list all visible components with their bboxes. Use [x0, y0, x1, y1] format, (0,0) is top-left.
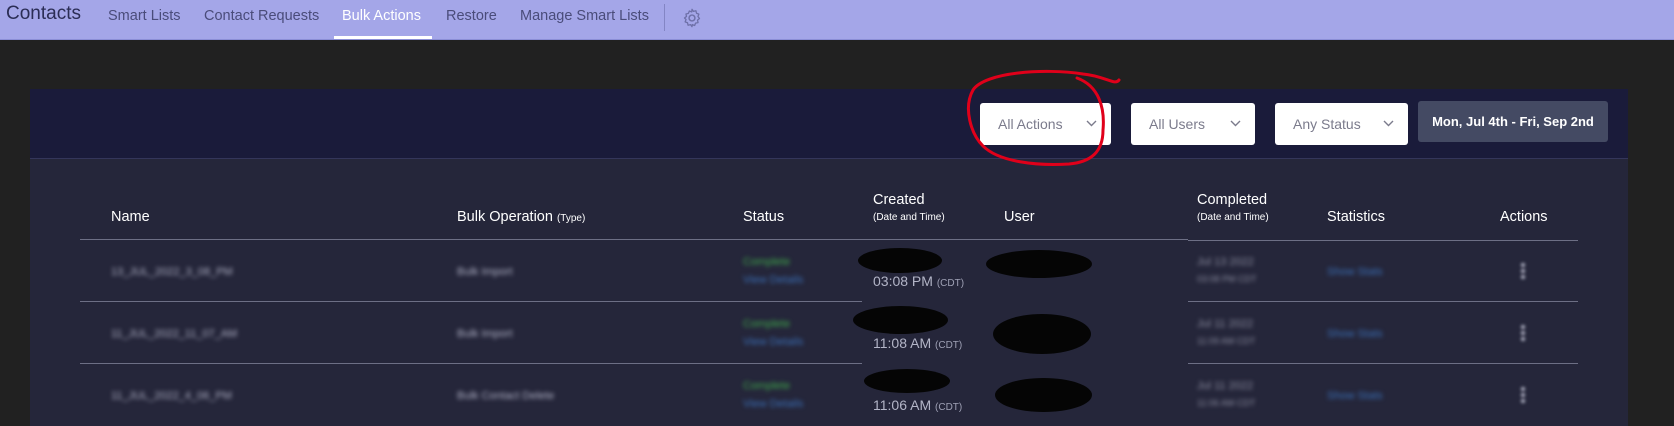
row-operation: Bulk Import [457, 266, 513, 278]
table-divider [1188, 363, 1578, 364]
column-header-created[interactable]: Created [873, 192, 925, 208]
row-completed-date: Jul 11 2022 [1197, 318, 1254, 330]
row-completed-time: 11:09 AM CDT [1197, 336, 1256, 346]
row-operation: Bulk Import [457, 328, 513, 340]
row-created-tz: (CDT) [936, 278, 965, 289]
table-divider [1188, 301, 1578, 302]
row-status: Complete [743, 256, 791, 268]
nav-divider [664, 4, 665, 31]
row-created-time-value: 11:08 AM [873, 335, 932, 351]
column-header-created-sub: (Date and Time) [873, 212, 945, 223]
tab-contact-requests[interactable]: Contact Requests [204, 8, 319, 24]
redaction [853, 306, 948, 334]
row-operation: Bulk Contact Delete [457, 390, 555, 402]
column-header-name[interactable]: Name [111, 209, 150, 225]
chevron-down-icon [1230, 120, 1241, 127]
tab-manage-smart-lists[interactable]: Manage Smart Lists [520, 8, 649, 24]
column-header-completed-sub: (Date and Time) [1197, 212, 1269, 223]
users-filter-label: All Users [1149, 116, 1206, 132]
row-completed-date: Jul 13 2022 [1197, 256, 1254, 268]
row-show-stats-link[interactable]: Show Stats [1327, 266, 1383, 278]
bulk-actions-table-panel [30, 159, 1628, 426]
row-created-time-value: 11:06 AM [873, 397, 932, 413]
row-name: 13_JUL_2022_3_08_PM [111, 266, 233, 278]
more-vertical-icon[interactable] [1520, 324, 1526, 342]
row-completed-time: 11:06 AM CDT [1197, 398, 1256, 408]
row-view-details-link[interactable]: View Details [743, 398, 803, 410]
more-vertical-icon[interactable] [1520, 386, 1526, 404]
redaction [993, 314, 1091, 354]
redaction [864, 369, 950, 393]
row-status: Complete [743, 380, 791, 392]
row-created-tz: (CDT) [935, 402, 963, 413]
table-divider [80, 301, 862, 302]
row-name: 11_JUL_2022_4_06_PM [111, 390, 232, 402]
page-title: Contacts [6, 3, 81, 24]
column-header-operation-sub: (Type) [556, 213, 586, 224]
active-tab-indicator [334, 36, 432, 39]
column-header-status[interactable]: Status [743, 209, 784, 225]
row-created-tz: (CDT) [935, 340, 963, 351]
table-divider [80, 363, 862, 364]
chevron-down-icon [1383, 120, 1394, 127]
gear-icon[interactable] [681, 7, 703, 29]
tab-bulk-actions[interactable]: Bulk Actions [342, 8, 421, 24]
row-created-time-value: 03:08 PM [873, 273, 933, 289]
row-view-details-link[interactable]: View Details [743, 274, 803, 286]
redaction [986, 250, 1092, 278]
row-view-details-link[interactable]: View Details [743, 336, 803, 348]
redaction [858, 248, 942, 273]
column-header-user[interactable]: User [1004, 209, 1035, 225]
column-header-statistics[interactable]: Statistics [1327, 209, 1385, 225]
row-completed-date: Jul 11 2022 [1197, 380, 1254, 392]
row-show-stats-link[interactable]: Show Stats [1327, 390, 1383, 402]
status-filter-label: Any Status [1293, 116, 1361, 132]
top-nav: Contacts Smart Lists Contact Requests Bu… [0, 0, 1674, 40]
row-status: Complete [743, 318, 791, 330]
users-filter-dropdown[interactable]: All Users [1131, 103, 1255, 145]
tab-smart-lists[interactable]: Smart Lists [108, 8, 181, 24]
row-completed-time: 03:08 PM CDT [1197, 274, 1257, 284]
row-show-stats-link[interactable]: Show Stats [1327, 328, 1383, 340]
row-created-time: 03:08 PM (CDT) [873, 273, 964, 289]
redaction [995, 378, 1092, 412]
row-name: 11_JUL_2022_11_07_AM [111, 328, 238, 340]
more-vertical-icon[interactable] [1520, 262, 1526, 280]
table-divider [1188, 240, 1578, 241]
annotation-circle [966, 69, 1121, 166]
date-range-picker[interactable]: Mon, Jul 4th - Fri, Sep 2nd [1418, 101, 1608, 142]
column-header-operation[interactable]: Bulk Operation (Type) [457, 209, 585, 225]
table-divider [80, 239, 1188, 240]
tab-restore[interactable]: Restore [446, 8, 497, 24]
column-header-actions: Actions [1500, 209, 1548, 225]
column-header-operation-label: Bulk Operation [457, 209, 553, 225]
status-filter-dropdown[interactable]: Any Status [1275, 103, 1408, 145]
row-created-time: 11:06 AM (CDT) [873, 397, 962, 413]
column-header-completed[interactable]: Completed [1197, 192, 1267, 208]
row-created-time: 11:08 AM (CDT) [873, 335, 962, 351]
